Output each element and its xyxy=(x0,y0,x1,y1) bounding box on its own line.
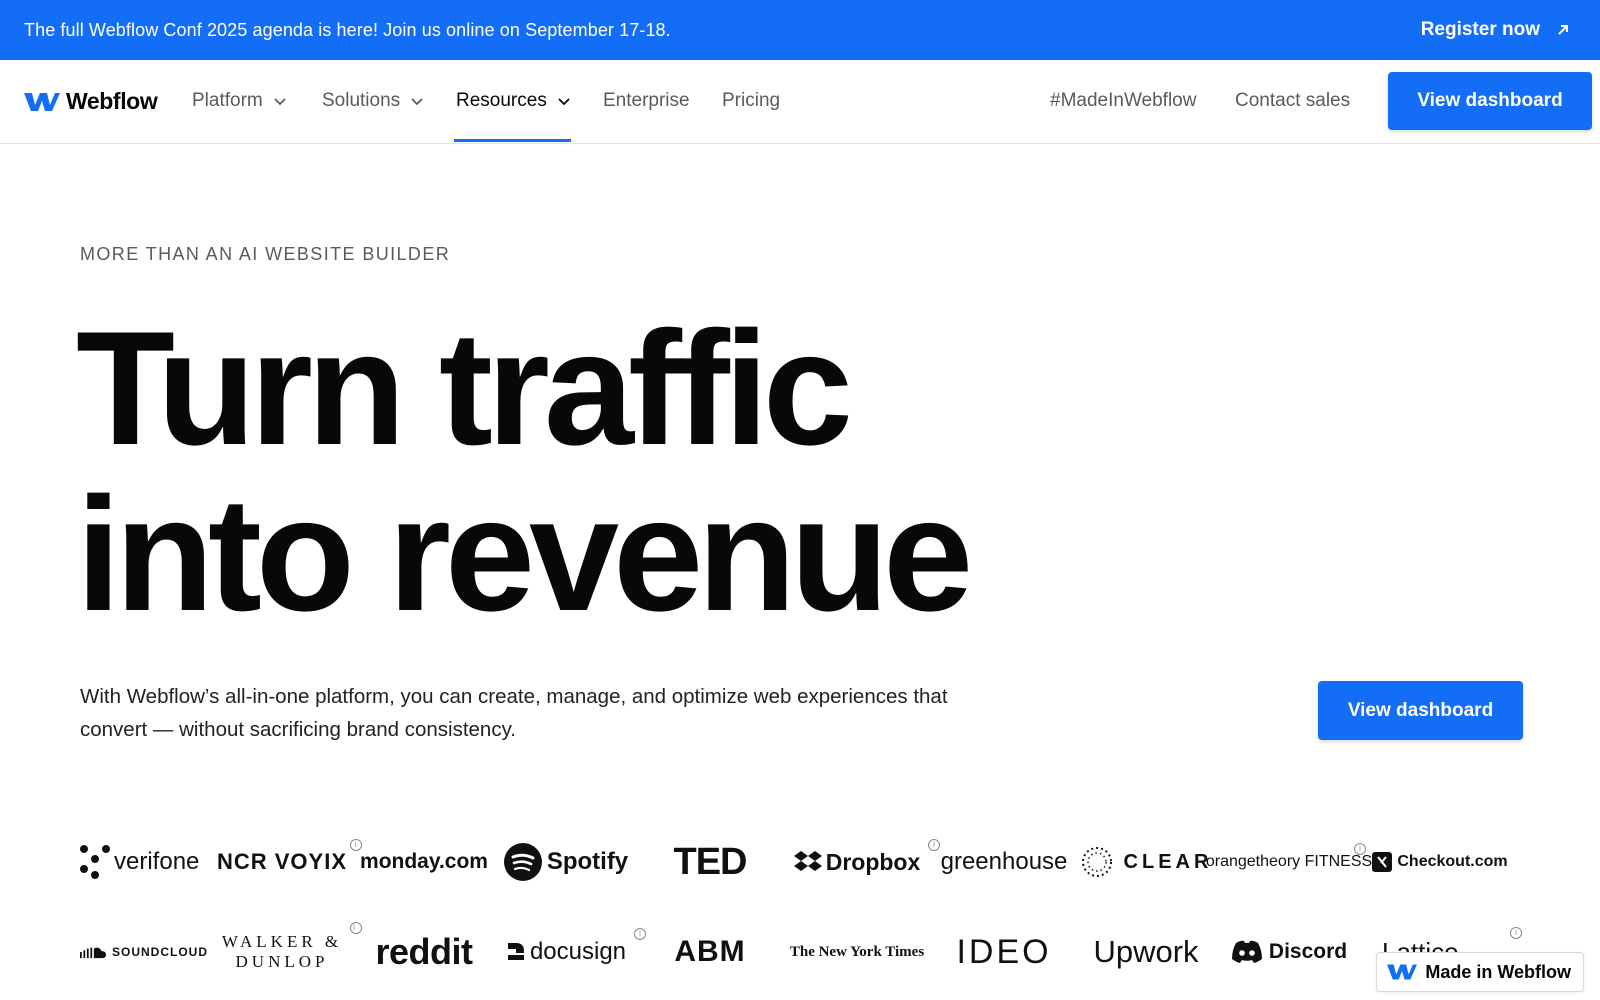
logo-nytimes: The New York Times xyxy=(789,943,925,960)
spotify-icon xyxy=(503,843,542,881)
hero-eyebrow: MORE THAN AN AI WEBSITE BUILDER xyxy=(80,244,451,264)
announcement-banner: The full Webflow Conf 2025 agenda is her… xyxy=(0,0,1600,60)
clear-sunburst-icon xyxy=(1081,847,1112,877)
nav-platform-label: Platform xyxy=(192,90,263,111)
nav-solutions-label: Solutions xyxy=(322,90,401,111)
checkout-icon xyxy=(1372,852,1393,872)
logo-ideo: IDEO xyxy=(956,932,1052,971)
hero-headline: Turn traffic into revenue xyxy=(76,298,973,645)
nav-pricing[interactable]: Pricing xyxy=(722,90,780,112)
webflow-logo-icon xyxy=(1387,964,1418,980)
headline-line-2: into revenue xyxy=(76,464,973,645)
logo-verifone: verifone xyxy=(80,845,208,879)
discord-icon xyxy=(1231,940,1262,963)
nav-enterprise-label: Enterprise xyxy=(603,90,690,111)
logo-greenhouse: greenhouse xyxy=(940,848,1068,875)
made-in-webflow-badge[interactable]: Made in Webflow xyxy=(1376,952,1584,992)
customer-logos-row-2: SOUNDCLOUD WALKER & DUNLOP i reddit docu… xyxy=(80,922,1522,980)
logo-walker-dunlop: WALKER & DUNLOP i xyxy=(208,922,362,972)
chevron-down-icon xyxy=(411,98,423,106)
view-dashboard-hero-button[interactable]: View dashboard xyxy=(1318,681,1523,740)
arrow-up-right-icon xyxy=(1558,25,1568,35)
nav-platform[interactable]: Platform xyxy=(192,90,287,112)
nav-contact-sales[interactable]: Contact sales xyxy=(1235,90,1350,112)
nav-resources-label: Resources xyxy=(456,90,547,111)
logo-clear: CLEAR xyxy=(1074,845,1218,879)
logo-docusign: docusign i xyxy=(492,928,646,966)
register-now-link[interactable]: Register now xyxy=(1421,19,1570,41)
logo-orangetheory: orangetheory FITNESS i xyxy=(1205,843,1373,870)
soundcloud-icon xyxy=(80,947,106,959)
nav-solutions[interactable]: Solutions xyxy=(322,90,424,112)
logo-spotify: Spotify xyxy=(492,843,640,881)
webflow-logo[interactable]: Webflow xyxy=(24,88,158,115)
logo-soundcloud: SOUNDCLOUD xyxy=(80,945,208,959)
logo-dropbox: Dropbox i xyxy=(780,838,940,876)
active-tab-indicator xyxy=(454,139,571,142)
webflow-logo-icon xyxy=(24,92,60,111)
chevron-down-icon xyxy=(558,98,570,106)
logo-discord: Discord xyxy=(1218,940,1360,964)
announcement-text: The full Webflow Conf 2025 agenda is her… xyxy=(24,19,671,40)
logo-checkout: Checkout.com xyxy=(1360,852,1520,872)
docusign-icon xyxy=(507,943,524,960)
logo-abm: ABM xyxy=(674,935,746,968)
chevron-down-icon xyxy=(274,98,286,106)
headline-line-1: Turn traffic xyxy=(76,298,853,479)
logo-monday: monday.com xyxy=(360,850,488,873)
register-now-label: Register now xyxy=(1420,19,1540,40)
logo-reddit: reddit xyxy=(375,931,473,972)
logo-upwork: Upwork xyxy=(1093,934,1199,969)
nav-pricing-label: Pricing xyxy=(722,90,781,111)
main-navigation: Webflow Platform Solutions Resources Ent… xyxy=(0,60,1600,144)
made-in-webflow-label: Made in Webflow xyxy=(1425,961,1571,982)
logo-ted: TED xyxy=(673,840,748,883)
info-icon: i xyxy=(1510,926,1522,939)
verifone-dots-icon xyxy=(80,845,110,879)
view-dashboard-nav-button[interactable]: View dashboard xyxy=(1388,72,1592,130)
nav-made-in-webflow[interactable]: #MadeInWebflow xyxy=(1050,90,1196,112)
nav-enterprise[interactable]: Enterprise xyxy=(603,90,690,112)
logo-ncr-voyix: NCR VOYIX i xyxy=(208,839,362,875)
logo-wordmark: Webflow xyxy=(66,88,158,114)
nav-resources[interactable]: Resources xyxy=(456,90,571,112)
hero-subtext: With Webflow’s all-in-one platform, you … xyxy=(80,685,948,741)
dropbox-icon xyxy=(793,851,822,871)
customer-logos-row-1: verifone NCR VOYIX i monday.com Spotify … xyxy=(80,834,1520,890)
